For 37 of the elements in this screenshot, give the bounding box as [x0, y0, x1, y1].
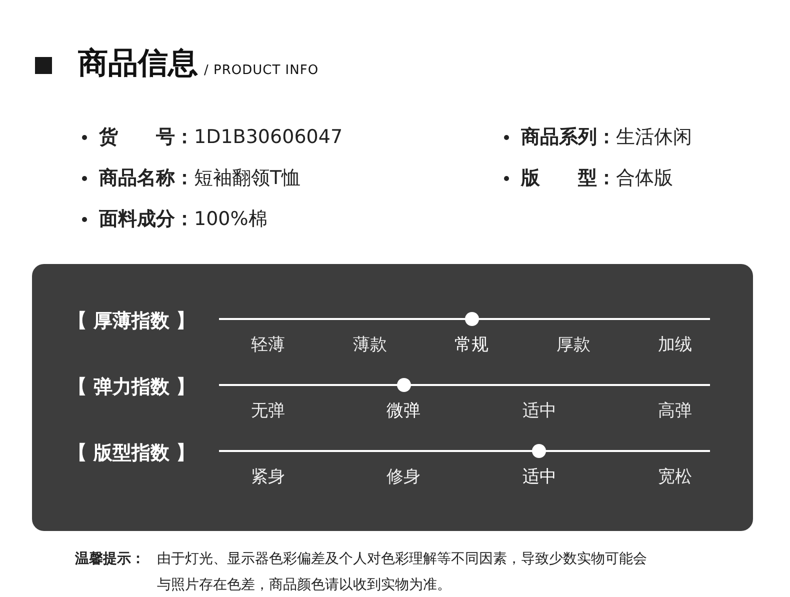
option-label: 微弹: [386, 400, 421, 423]
spec-value: 1D1B30606047: [194, 125, 343, 150]
note-label: 温馨提示：: [75, 550, 146, 569]
option-label: 高弹: [658, 400, 692, 423]
spec-label: 商品名称：: [99, 166, 194, 192]
section-subtitle: / PRODUCT INFO: [204, 62, 319, 80]
index-label: 【 版型指数 】: [68, 441, 196, 466]
section-title: 商品信息: [78, 45, 198, 83]
bullet-icon: [82, 135, 87, 140]
spec-label: 面料成分：: [99, 207, 194, 232]
option-label: 常规: [454, 334, 488, 357]
option-label: 宽松: [658, 466, 692, 489]
note-text: 与照片存在色差，商品颜色请以收到实物为准。: [157, 576, 452, 595]
spec-label: 货 号：: [99, 125, 194, 150]
spec-value: 短袖翻领T恤: [194, 166, 301, 192]
option-label: 适中: [522, 466, 556, 489]
spec-label: 商品系列：: [521, 125, 616, 150]
option-label: 轻薄: [251, 334, 285, 357]
bullet-icon: [82, 217, 87, 222]
index-label: 【 厚薄指数 】: [68, 309, 196, 334]
heading-square-icon: [35, 57, 52, 74]
option-label: 修身: [386, 466, 421, 489]
option-label: 薄款: [352, 334, 387, 357]
option-label: 无弹: [251, 400, 285, 423]
spec-label: 版 型：: [521, 166, 616, 192]
option-label: 紧身: [251, 466, 285, 489]
option-label: 厚款: [556, 334, 590, 357]
bullet-icon: [504, 176, 509, 181]
spec-value: 合体版: [616, 166, 673, 192]
bullet-icon: [82, 176, 87, 181]
option-label: 加绒: [658, 334, 692, 357]
spec-value: 100%棉: [194, 207, 268, 232]
bullet-icon: [504, 135, 509, 140]
spec-value: 生活休闲: [616, 125, 692, 150]
option-label: 适中: [522, 400, 556, 423]
note-text: 由于灯光、显示器色彩偏差及个人对色彩理解等不同因素，导致少数实物可能会: [157, 550, 647, 569]
index-label: 【 弹力指数 】: [68, 375, 196, 400]
